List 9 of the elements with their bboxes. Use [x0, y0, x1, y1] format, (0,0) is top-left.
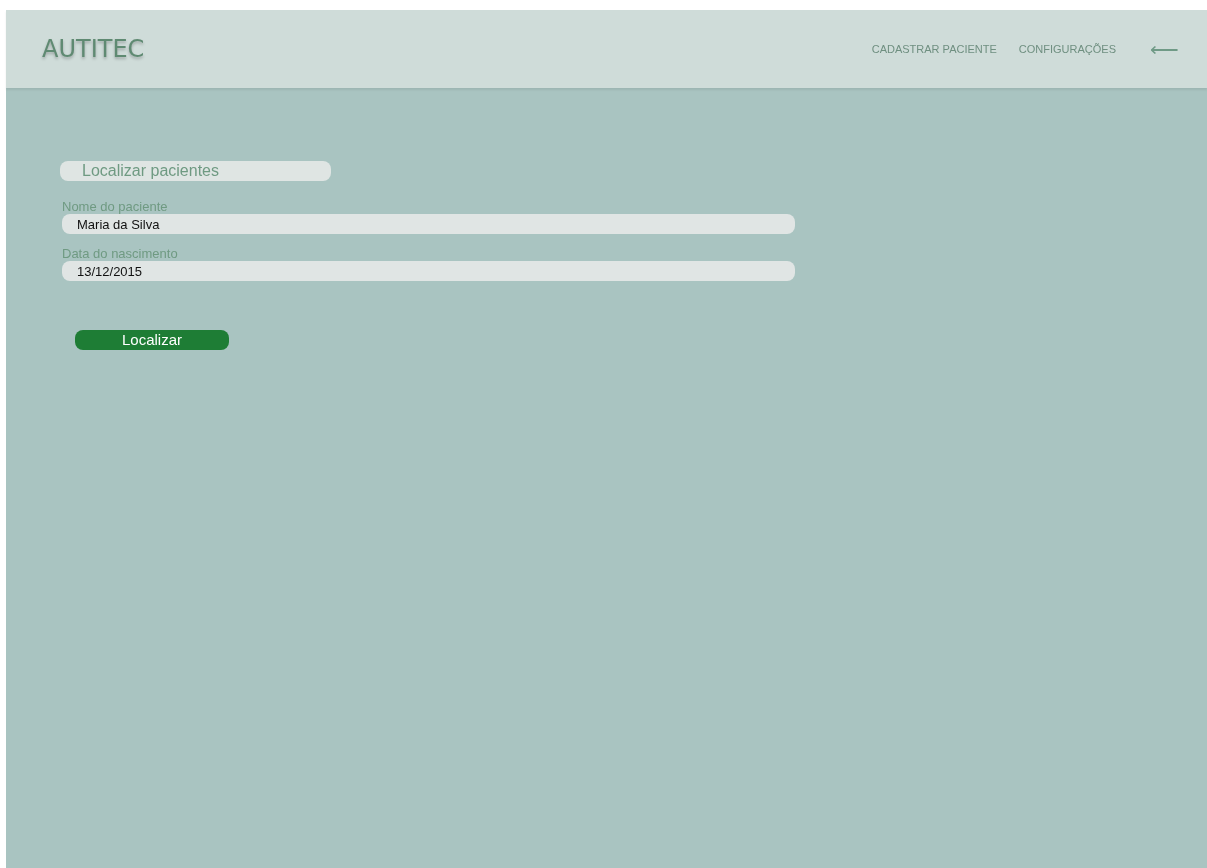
logo: AUTITEC [42, 35, 145, 63]
input-field[interactable]: Maria da Silva [62, 214, 795, 234]
search-button[interactable]: Localizar [75, 330, 229, 350]
field-label: Data do nascimento [62, 247, 179, 261]
nav-link[interactable]: CONFIGURAÇÕES [1018, 43, 1116, 55]
nav-link[interactable]: CADASTRAR PACIENTE [871, 43, 997, 55]
field-label: Nome do paciente [62, 200, 169, 214]
input-field[interactable]: 13/12/2015 [62, 261, 795, 281]
section-title: Localizar pacientes [60, 161, 331, 181]
